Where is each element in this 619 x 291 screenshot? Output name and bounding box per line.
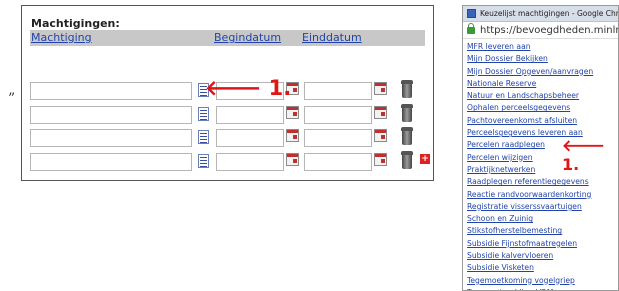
stray-quote-mark: ” <box>8 91 16 107</box>
trash-icon[interactable] <box>401 104 413 122</box>
list-item[interactable]: Transportmelding VDM <box>467 287 618 290</box>
column-machtiging[interactable]: Machtiging <box>31 31 92 44</box>
address-bar[interactable]: https://bevoegdheden.minlnv. <box>463 22 618 39</box>
begindatum-input[interactable] <box>216 153 284 171</box>
begindatum-input[interactable] <box>216 106 284 124</box>
list-item[interactable]: Natuur en Landschapsbeheer <box>467 90 618 102</box>
list-item[interactable]: Schoon en Zuinig <box>467 213 618 225</box>
calendar-icon[interactable] <box>374 153 387 166</box>
machtiging-input[interactable] <box>30 106 192 124</box>
list-item[interactable]: Mijn Dossier Opgeven/aanvragen <box>467 66 618 78</box>
popup-title: Keuzelijst machtigingen - Google Chrome <box>480 9 618 18</box>
calendar-icon[interactable] <box>286 153 299 166</box>
einddatum-input[interactable] <box>304 82 372 100</box>
calendar-icon[interactable] <box>286 129 299 142</box>
machtiging-input[interactable] <box>30 82 192 100</box>
annotation-arrow-2: 🡐 1. <box>562 136 605 174</box>
einddatum-input[interactable] <box>304 153 372 171</box>
calendar-icon[interactable] <box>374 129 387 142</box>
lock-icon <box>467 23 475 34</box>
calendar-icon[interactable] <box>374 106 387 119</box>
plus-icon[interactable]: + <box>420 154 430 164</box>
annotation-arrow-1: 🡐 1. <box>205 76 292 100</box>
list-item[interactable]: Nationale Reserve <box>467 78 618 90</box>
einddatum-input[interactable] <box>304 106 372 124</box>
list-item[interactable]: Stikstofherstelbemesting <box>467 225 618 237</box>
trash-icon[interactable] <box>401 151 413 169</box>
table-header: Machtiging Begindatum Einddatum <box>30 30 425 46</box>
trash-icon[interactable] <box>401 127 413 145</box>
list-item[interactable]: Ophalen perceelsgegevens <box>467 102 618 114</box>
list-item[interactable]: Subsidie Fijnstofmaatregelen <box>467 238 618 250</box>
list-item[interactable]: MFR leveren aan <box>467 41 618 53</box>
einddatum-input[interactable] <box>304 129 372 147</box>
column-einddatum[interactable]: Einddatum <box>302 31 362 44</box>
list-picker-icon[interactable] <box>198 107 209 121</box>
calendar-icon[interactable] <box>374 82 387 95</box>
list-picker-icon[interactable] <box>198 154 209 168</box>
list-item[interactable]: Raadplegen referentiegegevens <box>467 176 618 188</box>
panel-title: Machtigingen: <box>31 17 120 30</box>
list-picker-icon[interactable] <box>198 130 209 144</box>
list-item[interactable]: Registratie visserssvaartuigen <box>467 201 618 213</box>
list-item[interactable]: Subsidie kalvervloeren <box>467 250 618 262</box>
list-item[interactable]: Tegemoetkoming vogelgriep <box>467 275 618 287</box>
calendar-icon[interactable] <box>286 106 299 119</box>
machtiging-input[interactable] <box>30 153 192 171</box>
url-text: https://bevoegdheden.minlnv. <box>480 25 618 36</box>
column-begindatum[interactable]: Begindatum <box>214 31 281 44</box>
begindatum-input[interactable] <box>216 129 284 147</box>
list-item[interactable]: Mijn Dossier Bekijken <box>467 53 618 65</box>
machtiging-input[interactable] <box>30 129 192 147</box>
list-item[interactable]: Pachtovereenkomst afsluiten <box>467 115 618 127</box>
trash-icon[interactable] <box>401 80 413 98</box>
popup-title-bar: Keuzelijst machtigingen - Google Chrome <box>463 6 618 22</box>
list-item[interactable]: Subsidie Visketen <box>467 262 618 274</box>
list-item[interactable]: Reactie randvoorwaardenkorting <box>467 189 618 201</box>
window-icon <box>467 9 476 18</box>
